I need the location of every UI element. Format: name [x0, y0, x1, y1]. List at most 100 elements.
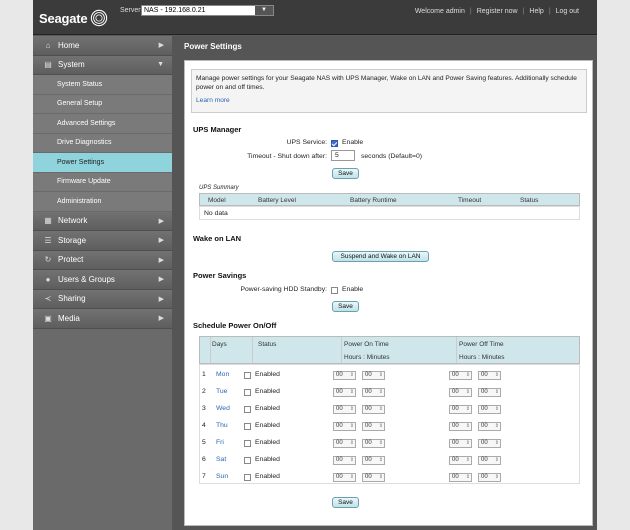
intro-box: Manage power settings for your Seagate N… [191, 69, 587, 113]
sidebar-item-protect[interactable]: ↻ Protect ▶ [33, 250, 172, 270]
sidebar-subitem-firmware-update[interactable]: Firmware Update [33, 172, 172, 192]
col-model: Model [208, 197, 226, 204]
row-number: 4 [202, 422, 206, 429]
power-off-hour-select[interactable]: 00 [449, 473, 472, 482]
chevron-right-icon: ▶ [158, 217, 164, 225]
help-link[interactable]: Help [529, 8, 543, 15]
sidebar-item-label: Storage [58, 235, 87, 245]
enabled-label: Enabled [255, 388, 280, 395]
day-enabled-checkbox[interactable] [244, 474, 251, 481]
sidebar-item-sharing[interactable]: ≺ Sharing ▶ [33, 289, 172, 309]
power-off-minute-select[interactable]: 00 [478, 456, 501, 465]
sub-hours-minutes-off: Hours : Minutes [459, 354, 505, 361]
sidebar: ⌂ Home ▶ ▤ System ▼ System Status Genera… [33, 36, 172, 530]
logout-link[interactable]: Log out [556, 8, 579, 15]
col-battery-level: Battery Level [258, 197, 296, 204]
sidebar-item-system[interactable]: ▤ System ▼ [33, 55, 172, 75]
power-on-hour-select[interactable]: 00 [333, 371, 356, 380]
table-row: 7 Sun Enabled 00 00 00 00 [200, 471, 581, 485]
sidebar-item-home[interactable]: ⌂ Home ▶ [33, 36, 172, 56]
enabled-label: Enabled [255, 371, 280, 378]
power-off-hour-select[interactable]: 00 [449, 422, 472, 431]
power-off-minute-select[interactable]: 00 [478, 439, 501, 448]
power-on-minute-select[interactable]: 00 [362, 439, 385, 448]
learn-more-link[interactable]: Learn more [196, 96, 582, 105]
savings-save-button[interactable]: Save [332, 301, 359, 312]
sidebar-item-label: Users & Groups [58, 274, 115, 284]
power-on-minute-select[interactable]: 00 [362, 371, 385, 380]
timeout-input[interactable]: 5 [331, 150, 355, 161]
power-off-minute-select[interactable]: 00 [478, 473, 501, 482]
sidebar-subitem-administration[interactable]: Administration [33, 192, 172, 212]
table-row: 1 Mon Enabled 00 00 00 00 [200, 369, 581, 383]
day-label: Sat [216, 456, 227, 463]
sidebar-item-network[interactable]: ▦ Network ▶ [33, 211, 172, 231]
power-on-minute-select[interactable]: 00 [362, 388, 385, 397]
hdd-standby-checkbox[interactable] [331, 287, 338, 294]
power-on-minute-select[interactable]: 00 [362, 473, 385, 482]
power-off-minute-select[interactable]: 00 [478, 388, 501, 397]
network-icon: ▦ [44, 216, 52, 226]
row-number: 5 [202, 439, 206, 446]
col-status: Status [258, 341, 277, 348]
power-off-hour-select[interactable]: 00 [449, 439, 472, 448]
ups-empty-text: No data [204, 210, 228, 217]
day-enabled-checkbox[interactable] [244, 389, 251, 396]
ups-service-enable-label: Enable [342, 139, 364, 146]
sidebar-subitem-system-status[interactable]: System Status [33, 75, 172, 95]
day-enabled-checkbox[interactable] [244, 440, 251, 447]
ups-save-button[interactable]: Save [332, 168, 359, 179]
row-number: 1 [202, 371, 206, 378]
power-savings-title: Power Savings [193, 271, 247, 280]
power-on-minute-select[interactable]: 00 [362, 405, 385, 414]
sidebar-item-label: Network [58, 216, 88, 226]
power-on-hour-select[interactable]: 00 [333, 405, 356, 414]
register-link[interactable]: Register now [477, 8, 518, 15]
ups-service-label: UPS Service: [286, 139, 327, 146]
welcome-text: Welcome admin [414, 8, 465, 15]
sidebar-item-storage[interactable]: ☰ Storage ▶ [33, 231, 172, 251]
power-on-hour-select[interactable]: 00 [333, 422, 356, 431]
day-enabled-checkbox[interactable] [244, 406, 251, 413]
schedule-save-button[interactable]: Save [332, 497, 359, 508]
sidebar-subitem-power-settings[interactable]: Power Settings [33, 153, 172, 173]
power-off-hour-select[interactable]: 00 [449, 388, 472, 397]
chevron-right-icon: ▶ [158, 256, 164, 264]
sidebar-subitem-advanced-settings[interactable]: Advanced Settings [33, 114, 172, 134]
power-off-hour-select[interactable]: 00 [449, 405, 472, 414]
ups-service-checkbox[interactable] [331, 140, 338, 147]
power-on-hour-select[interactable]: 00 [333, 473, 356, 482]
row-number: 2 [202, 388, 206, 395]
day-enabled-checkbox[interactable] [244, 372, 251, 379]
sidebar-item-users-groups[interactable]: ● Users & Groups ▶ [33, 270, 172, 290]
day-enabled-checkbox[interactable] [244, 457, 251, 464]
sidebar-subitem-drive-diagnostics[interactable]: Drive Diagnostics [33, 133, 172, 153]
top-links: Welcome admin | Register now | Help | Lo… [414, 8, 579, 15]
sidebar-item-label: Home [58, 40, 80, 50]
sidebar-item-media[interactable]: ▣ Media ▶ [33, 309, 172, 329]
power-on-minute-select[interactable]: 00 [362, 422, 385, 431]
enabled-label: Enabled [255, 439, 280, 446]
power-on-hour-select[interactable]: 00 [333, 439, 356, 448]
power-on-hour-select[interactable]: 00 [333, 388, 356, 397]
day-enabled-checkbox[interactable] [244, 423, 251, 430]
col-power-on: Power On Time [344, 341, 389, 348]
enabled-label: Enabled [255, 473, 280, 480]
hdd-standby-enable-label: Enable [342, 286, 364, 293]
users-icon: ● [45, 274, 51, 284]
app-window: Seagate Server: NAS - 192.168.0.21 ▼ Wel… [33, 0, 597, 530]
power-off-minute-select[interactable]: 00 [478, 422, 501, 431]
server-select[interactable]: NAS - 192.168.0.21 ▼ [141, 5, 274, 16]
power-off-minute-select[interactable]: 00 [478, 371, 501, 380]
power-off-minute-select[interactable]: 00 [478, 405, 501, 414]
suspend-wake-button[interactable]: Suspend and Wake on LAN [332, 251, 429, 262]
power-on-minute-select[interactable]: 00 [362, 456, 385, 465]
enabled-label: Enabled [255, 405, 280, 412]
enabled-label: Enabled [255, 456, 280, 463]
chevron-down-icon: ▼ [157, 60, 164, 68]
sidebar-subitem-general-setup[interactable]: General Setup [33, 94, 172, 114]
sidebar-item-label: Media [58, 313, 80, 323]
power-on-hour-select[interactable]: 00 [333, 456, 356, 465]
power-off-hour-select[interactable]: 00 [449, 371, 472, 380]
power-off-hour-select[interactable]: 00 [449, 456, 472, 465]
